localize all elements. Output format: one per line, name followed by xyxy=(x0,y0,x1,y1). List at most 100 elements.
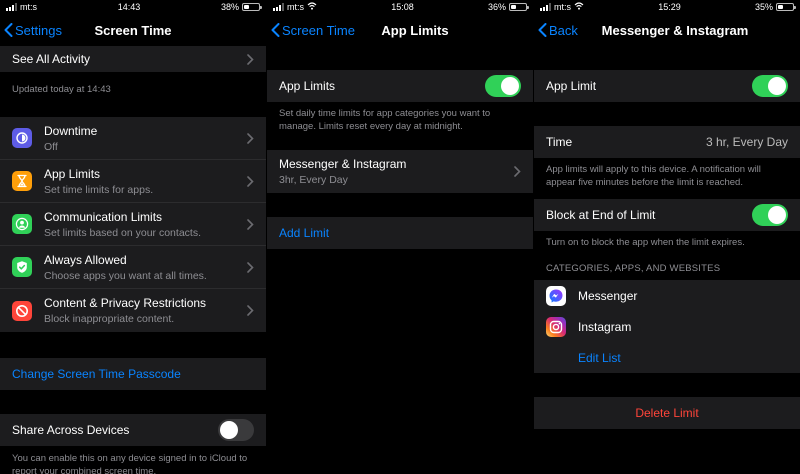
battery-icon xyxy=(241,3,262,11)
chevron-right-icon xyxy=(247,218,254,230)
app-limits-label: App Limits xyxy=(279,79,336,93)
share-across-devices-label: Share Across Devices xyxy=(12,423,130,437)
block-at-end-label: Block at End of Limit xyxy=(546,208,656,222)
limit-detail-screen: mt:s 15:29 35% Back Messenger & Instagra… xyxy=(534,0,800,474)
share-caption: You can enable this on any device signed… xyxy=(12,453,248,474)
settings-row-always-allowed[interactable]: Always Allowed Choose apps you want at al… xyxy=(0,246,266,289)
checkmark-icon xyxy=(12,257,32,277)
chevron-right-icon xyxy=(247,53,254,65)
limit-title: Messenger & Instagram xyxy=(279,157,407,171)
chevron-left-icon xyxy=(538,23,547,37)
app-row-instagram: Instagram xyxy=(534,311,800,342)
edit-list-link[interactable]: Edit List xyxy=(578,351,621,365)
settings-row-title: Downtime xyxy=(44,123,98,138)
settings-row-subtitle: Off xyxy=(44,140,58,153)
settings-row-title: Content & Privacy Restrictions xyxy=(44,296,207,310)
app-row-messenger: Messenger xyxy=(534,280,800,311)
chevron-right-icon xyxy=(247,261,254,273)
change-passcode-link[interactable]: Change Screen Time Passcode xyxy=(12,367,181,381)
signal-icon xyxy=(273,3,284,11)
hourglass-icon xyxy=(12,171,32,191)
instagram-icon xyxy=(546,316,566,337)
status-bar: mt:s 15:08 36% xyxy=(267,0,533,14)
navigation-bar: Settings Screen Time xyxy=(0,14,266,46)
back-label: Screen Time xyxy=(282,22,355,38)
signal-icon xyxy=(540,3,551,11)
settings-list: Downtime Off App Limits Set time limits for… xyxy=(0,117,266,332)
back-button[interactable]: Screen Time xyxy=(271,14,355,46)
change-passcode-row[interactable]: Change Screen Time Passcode xyxy=(0,358,266,390)
back-label: Back xyxy=(549,22,578,38)
messenger-icon xyxy=(546,285,566,306)
screen-time-screen: mt:s 14:43 38% Settings Screen Time See … xyxy=(0,0,266,474)
time-value: 3 hr, Every Day xyxy=(705,135,788,149)
app-limit-toggle[interactable] xyxy=(752,75,788,97)
share-across-devices-toggle[interactable] xyxy=(218,419,254,441)
delete-limit-button[interactable]: Delete Limit xyxy=(635,406,698,420)
downtime-icon xyxy=(12,128,32,148)
carrier-label: mt:s xyxy=(554,2,571,12)
time-row[interactable]: Time 3 hr, Every Day xyxy=(534,126,800,158)
wifi-icon xyxy=(574,2,584,12)
edit-list-row[interactable]: Edit List xyxy=(534,342,800,373)
settings-row-downtime[interactable]: Downtime Off xyxy=(0,117,266,160)
chevron-right-icon xyxy=(247,305,254,316)
share-across-devices-row: Share Across Devices xyxy=(0,414,266,446)
chevron-right-icon xyxy=(247,175,254,187)
page-title: Screen Time xyxy=(94,22,172,38)
time-caption: App limits will apply to this device. A … xyxy=(546,164,761,188)
block-caption: Turn on to block the app when the limit … xyxy=(546,237,745,248)
status-bar: mt:s 14:43 38% xyxy=(0,0,266,14)
person-icon xyxy=(12,214,32,234)
wifi-icon xyxy=(307,2,317,12)
section-header: CATEGORIES, APPS, AND WEBSITES xyxy=(546,263,721,274)
apps-list: Messenger Instagram Edit List xyxy=(534,280,800,373)
add-limit-row[interactable]: Add Limit xyxy=(267,217,533,249)
back-button[interactable]: Back xyxy=(538,14,578,46)
navigation-bar: Screen Time App Limits xyxy=(267,14,533,46)
clock: 15:29 xyxy=(658,2,681,12)
battery-icon xyxy=(775,3,796,11)
settings-row-communication-limits[interactable]: Communication Limits Set limits based on … xyxy=(0,203,266,246)
page-title: App Limits xyxy=(381,22,449,38)
see-all-activity-label: See All Activity xyxy=(12,52,91,66)
settings-row-content-privacy-restrictions[interactable]: Content & Privacy Restrictions Block inap… xyxy=(0,289,266,332)
settings-row-title: Always Allowed xyxy=(44,252,127,267)
carrier-label: mt:s xyxy=(20,2,37,12)
app-limits-screen: mt:s 15:08 36% Screen Time App Limits Ap… xyxy=(267,0,533,474)
settings-row-subtitle: Block inappropriate content. xyxy=(44,313,175,325)
app-limit-row: App Limit xyxy=(534,70,800,102)
settings-row-subtitle: Set time limits for apps. xyxy=(44,183,154,196)
status-bar: mt:s 15:29 35% xyxy=(534,0,800,14)
app-limits-caption: Set daily time limits for app categories… xyxy=(279,108,491,132)
battery-percent: 38% xyxy=(220,2,239,12)
settings-row-title: App Limits xyxy=(44,166,101,181)
add-limit-link[interactable]: Add Limit xyxy=(279,226,329,240)
delete-limit-row[interactable]: Delete Limit xyxy=(534,397,800,429)
back-button[interactable]: Settings xyxy=(4,14,62,46)
time-label: Time xyxy=(546,135,573,149)
app-limits-toggle[interactable] xyxy=(485,75,521,97)
chevron-left-icon xyxy=(271,23,280,37)
chevron-right-icon xyxy=(247,132,254,144)
navigation-bar: Back Messenger & Instagram xyxy=(534,14,800,46)
signal-icon xyxy=(6,3,17,11)
battery-icon xyxy=(508,3,529,11)
clock: 15:08 xyxy=(391,2,414,12)
app-name: Instagram xyxy=(578,319,632,334)
page-title: Messenger & Instagram xyxy=(601,22,749,38)
see-all-activity-row[interactable]: See All Activity xyxy=(0,46,266,72)
carrier-label: mt:s xyxy=(287,2,304,12)
app-name: Messenger xyxy=(578,288,638,303)
limit-row[interactable]: Messenger & Instagram 3hr, Every Day xyxy=(267,150,533,193)
settings-row-app-limits[interactable]: App Limits Set time limits for apps. xyxy=(0,160,266,203)
app-limit-label: App Limit xyxy=(546,79,597,93)
updated-caption: Updated today at 14:43 xyxy=(12,84,111,95)
limit-subtitle: 3hr, Every Day xyxy=(279,174,348,186)
settings-row-title: Communication Limits xyxy=(44,209,163,224)
block-at-end-toggle[interactable] xyxy=(752,204,788,226)
battery-percent: 36% xyxy=(487,2,506,12)
battery-percent: 35% xyxy=(754,2,773,12)
chevron-left-icon xyxy=(4,23,13,37)
restriction-icon xyxy=(12,300,32,321)
